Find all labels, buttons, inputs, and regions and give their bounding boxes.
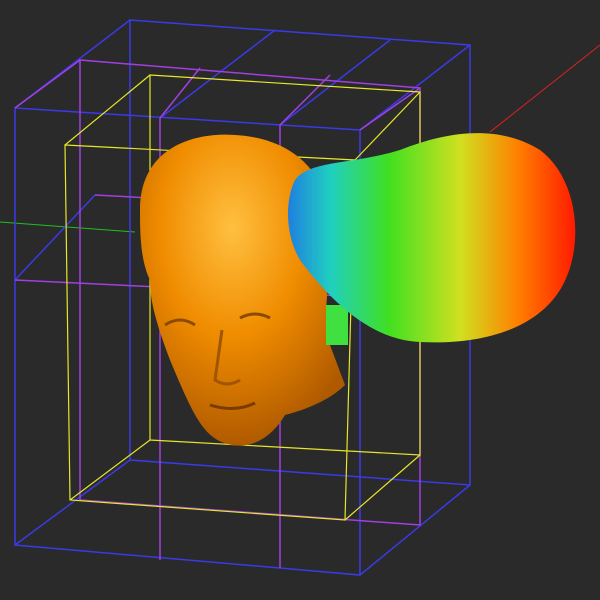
small-green-object (326, 305, 348, 345)
3d-viewport[interactable] (0, 0, 600, 600)
